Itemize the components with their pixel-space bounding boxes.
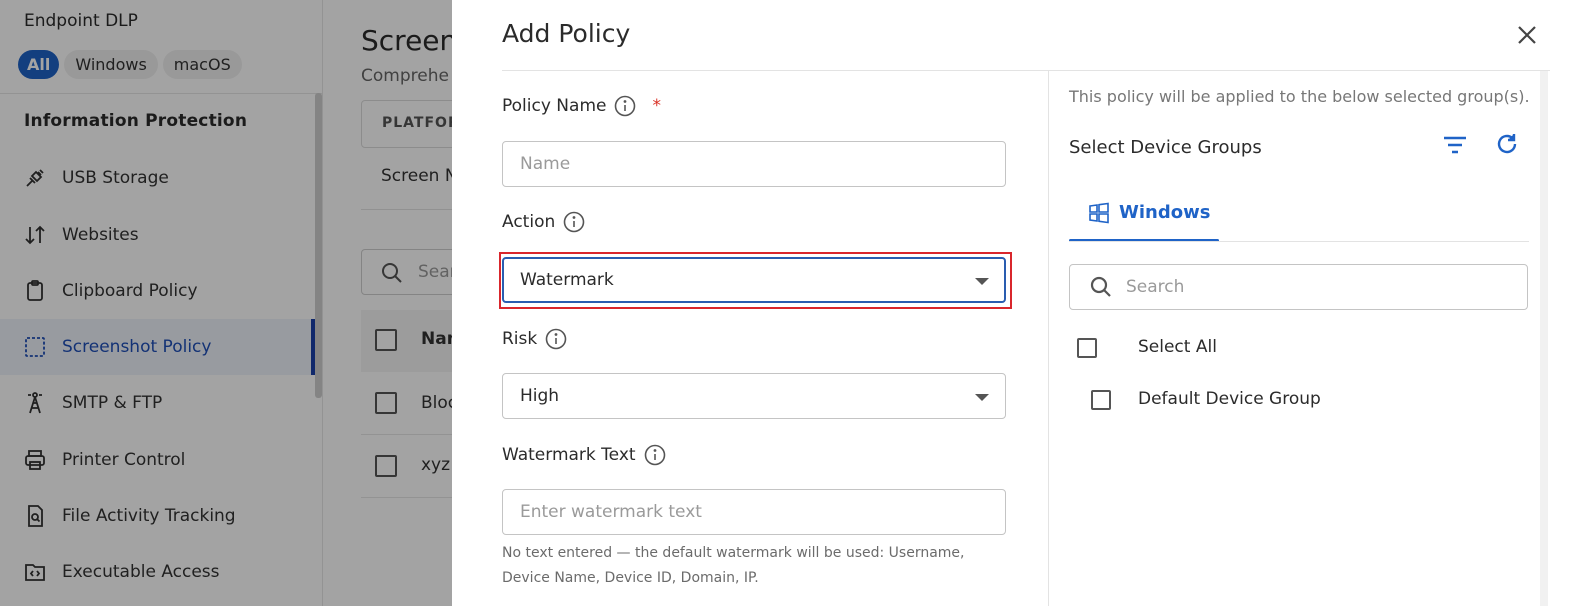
- required-mark: *: [652, 96, 661, 116]
- select-all-checkbox[interactable]: [1077, 338, 1097, 358]
- search-placeholder: Search: [1126, 277, 1185, 297]
- divider: [502, 70, 1550, 71]
- close-button[interactable]: [1514, 22, 1540, 48]
- policy-name-placeholder: Name: [520, 154, 571, 174]
- action-label-text: Action: [502, 212, 556, 232]
- watermark-text-input[interactable]: Enter watermark text: [502, 489, 1006, 535]
- device-group-label[interactable]: Default Device Group: [1138, 389, 1321, 409]
- info-icon[interactable]: [644, 444, 666, 466]
- action-label: Action: [502, 211, 585, 233]
- dialog-scrollbar[interactable]: [1540, 71, 1548, 606]
- info-icon[interactable]: [563, 211, 585, 233]
- panel-divider: [1048, 71, 1049, 606]
- risk-value: High: [520, 386, 560, 406]
- policy-name-label: Policy Name *: [502, 95, 661, 117]
- device-groups-title: Select Device Groups: [1069, 137, 1262, 158]
- select-all-label[interactable]: Select All: [1138, 337, 1217, 357]
- search-icon: [1089, 275, 1113, 303]
- windows-icon: [1088, 202, 1110, 228]
- policy-name-input[interactable]: Name: [502, 141, 1006, 187]
- info-icon[interactable]: [614, 95, 636, 117]
- watermark-text-placeholder: Enter watermark text: [520, 502, 702, 522]
- chevron-down-icon: [975, 394, 989, 401]
- chevron-down-icon: [975, 278, 989, 285]
- watermark-text-label-text: Watermark Text: [502, 445, 636, 465]
- action-select[interactable]: Watermark: [502, 257, 1006, 303]
- action-value: Watermark: [520, 270, 614, 290]
- watermark-hint: No text entered — the default watermark …: [502, 545, 965, 586]
- filter-icon: [1444, 136, 1466, 154]
- risk-label: Risk: [502, 328, 567, 350]
- dialog-title: Add Policy: [502, 19, 631, 48]
- refresh-button[interactable]: [1494, 131, 1520, 157]
- device-group-search-input[interactable]: Search: [1069, 264, 1528, 310]
- modal-backdrop[interactable]: [0, 0, 452, 606]
- device-group-checkbox[interactable]: [1091, 390, 1111, 410]
- watermark-text-label: Watermark Text: [502, 444, 666, 466]
- policy-name-label-text: Policy Name: [502, 96, 607, 116]
- refresh-icon: [1497, 134, 1517, 154]
- risk-label-text: Risk: [502, 329, 538, 349]
- tab-windows-label: Windows: [1119, 202, 1211, 223]
- risk-select[interactable]: High: [502, 373, 1006, 419]
- divider: [1069, 241, 1529, 242]
- close-icon: [1518, 26, 1536, 44]
- info-icon[interactable]: [545, 328, 567, 350]
- filter-button[interactable]: [1442, 134, 1468, 156]
- tab-windows[interactable]: Windows: [1069, 185, 1219, 242]
- add-policy-dialog: Add Policy Policy Name * Name Action Wat…: [452, 0, 1570, 606]
- applied-note: This policy will be applied to the below…: [1069, 87, 1530, 106]
